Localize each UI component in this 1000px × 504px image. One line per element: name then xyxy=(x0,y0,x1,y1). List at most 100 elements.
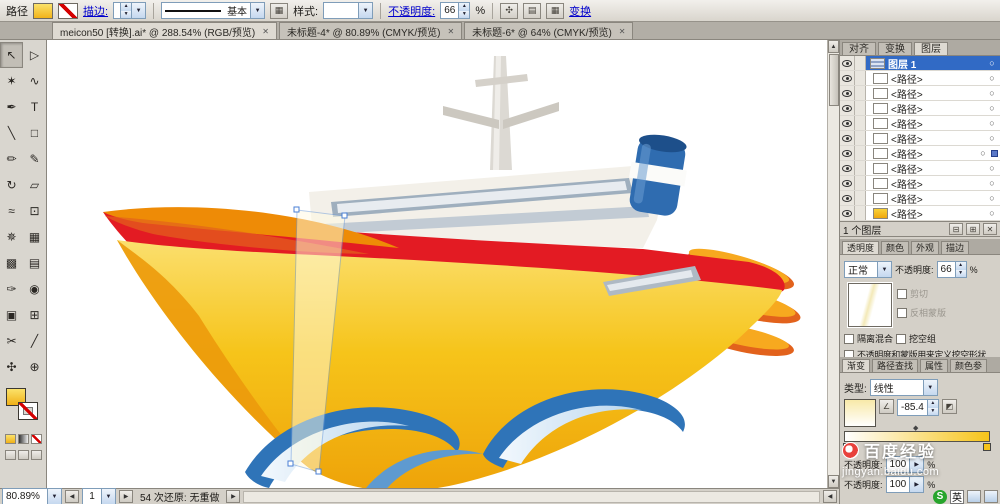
zoom-level-combo[interactable]: 80.89% ▼ xyxy=(2,488,62,504)
tab-color[interactable]: 颜色 xyxy=(881,241,910,254)
delete-layer-icon[interactable]: ✕ xyxy=(983,223,997,235)
live-paint-selection-tool[interactable]: ⊞ xyxy=(23,302,46,328)
visibility-toggle[interactable] xyxy=(840,191,855,205)
transform-link[interactable]: 变换 xyxy=(569,3,591,19)
tab-align[interactable]: 对齐 xyxy=(842,42,876,55)
knockout-group-checkbox[interactable] xyxy=(896,333,907,344)
direct-selection-tool[interactable]: ▷ xyxy=(23,42,46,68)
symbol-sprayer-tool[interactable]: ✵ xyxy=(0,224,23,250)
target-icon[interactable]: ○ xyxy=(984,118,1000,128)
full-screen-menu-button[interactable] xyxy=(17,450,29,460)
none-mode-button[interactable] xyxy=(30,434,42,444)
fill-color-swatch[interactable] xyxy=(33,2,53,19)
target-icon[interactable]: ○ xyxy=(984,58,1000,68)
spinner-up-icon[interactable]: ▲ xyxy=(927,400,938,408)
visibility-toggle[interactable] xyxy=(840,146,855,160)
lock-toggle[interactable] xyxy=(855,176,866,190)
target-icon[interactable]: ○ xyxy=(984,73,1000,83)
scale-tool[interactable]: ▱ xyxy=(23,172,46,198)
rectangle-tool[interactable]: □ xyxy=(23,120,46,146)
prev-artboard-icon[interactable]: ◀ xyxy=(65,490,79,503)
tab-appearance[interactable]: 外观 xyxy=(911,241,940,254)
visibility-toggle[interactable] xyxy=(840,56,855,70)
magic-wand-tool[interactable]: ✶ xyxy=(0,68,23,94)
keyboard-icon[interactable] xyxy=(967,490,981,503)
lasso-tool[interactable]: ∿ xyxy=(23,68,46,94)
new-sublayer-icon[interactable]: ⊟ xyxy=(949,223,963,235)
path-row[interactable]: <路径> ○ xyxy=(840,176,1000,191)
sogou-icon[interactable]: S xyxy=(933,489,947,504)
path-row[interactable]: <路径> ○ xyxy=(840,71,1000,86)
lock-toggle[interactable] xyxy=(855,191,866,205)
stroke-weight-spinner[interactable]: ▲ ▼ xyxy=(120,3,132,18)
artboard-number-combo[interactable]: 1 ▼ xyxy=(82,488,116,504)
invert-mask-checkbox[interactable] xyxy=(897,307,907,318)
target-icon[interactable]: ○ xyxy=(984,178,1000,188)
spinner-up-icon[interactable]: ▲ xyxy=(955,262,966,270)
path-row[interactable]: <路径> ○ xyxy=(840,161,1000,176)
gradient-stop-right[interactable] xyxy=(983,443,991,451)
spinner-up-icon[interactable]: ▲ xyxy=(121,3,132,11)
dropdown-icon[interactable]: ▼ xyxy=(877,262,891,277)
graph-tool[interactable]: ▦ xyxy=(23,224,46,250)
lock-toggle[interactable] xyxy=(855,161,866,175)
stop2-opacity-combo[interactable]: 100 ▶ xyxy=(885,476,925,493)
slice-tool[interactable]: ╱ xyxy=(23,328,46,354)
document-setup-icon[interactable]: ▤ xyxy=(523,2,542,19)
mesh-tool[interactable]: ▩ xyxy=(0,250,23,276)
free-transform-tool[interactable]: ⊡ xyxy=(23,198,46,224)
graph-options-icon[interactable]: ✣ xyxy=(500,2,519,19)
status-menu-icon[interactable]: ▶ xyxy=(226,490,241,503)
document-tab-2[interactable]: 未标题-4* @ 80.89% (CMYK/预览) ✕ xyxy=(278,22,463,39)
dropdown-icon[interactable]: ▼ xyxy=(131,3,146,18)
warp-tool[interactable]: ≈ xyxy=(0,198,23,224)
path-row[interactable]: <路径> ○ xyxy=(840,191,1000,206)
lock-toggle[interactable] xyxy=(855,86,866,100)
anchor-point[interactable] xyxy=(315,468,322,475)
lock-toggle[interactable] xyxy=(855,146,866,160)
hand-tool[interactable]: ✣ xyxy=(0,354,23,380)
dropdown-icon[interactable]: ▼ xyxy=(250,3,265,18)
brush-options-icon[interactable]: ▦ xyxy=(270,2,289,19)
lock-toggle[interactable] xyxy=(855,116,866,130)
blend-tool[interactable]: ◉ xyxy=(23,276,46,302)
target-icon[interactable]: ○ xyxy=(975,148,991,158)
blend-mode-combo[interactable]: 正常 ▼ xyxy=(844,261,892,278)
preferences-icon[interactable]: ▦ xyxy=(546,2,565,19)
target-icon[interactable]: ○ xyxy=(984,163,1000,173)
eyedropper-tool[interactable]: ✑ xyxy=(0,276,23,302)
new-layer-icon[interactable]: ⊞ xyxy=(966,223,980,235)
spinner-up-icon[interactable]: ▲ xyxy=(459,3,470,11)
target-icon[interactable]: ○ xyxy=(984,88,1000,98)
opacity-combo[interactable]: 66 ▲ ▼ xyxy=(440,2,471,19)
stroke-none-swatch[interactable] xyxy=(58,2,78,19)
dropdown-icon[interactable]: ▼ xyxy=(47,489,61,504)
tab-stroke[interactable]: 描边 xyxy=(941,241,970,254)
tab-transparency[interactable]: 透明度 xyxy=(842,241,880,254)
document-tab-1[interactable]: meicon50 [转换].ai* @ 288.54% (RGB/预览) ✕ xyxy=(52,22,277,39)
pen-tool[interactable]: ✒ xyxy=(0,94,23,120)
dropdown-icon[interactable]: ▼ xyxy=(922,380,937,395)
visibility-toggle[interactable] xyxy=(840,101,855,115)
anchor-point[interactable] xyxy=(287,460,294,467)
settings-icon[interactable] xyxy=(984,490,998,503)
stroke-weight-combo[interactable]: ▲ ▼ ▼ xyxy=(113,2,147,19)
full-screen-button[interactable] xyxy=(30,450,42,460)
visibility-toggle[interactable] xyxy=(840,176,855,190)
tab-transform[interactable]: 变换 xyxy=(878,42,912,55)
opacity-spinner[interactable]: ▲ ▼ xyxy=(458,3,470,18)
close-icon[interactable]: ✕ xyxy=(619,27,626,36)
color-mode-button[interactable] xyxy=(4,434,16,444)
spinner-down-icon[interactable]: ▼ xyxy=(955,269,966,277)
standard-screen-button[interactable] xyxy=(4,450,16,460)
scrollbar-thumb[interactable] xyxy=(829,54,839,106)
gradient-type-combo[interactable]: 线性 ▼ xyxy=(869,379,938,396)
target-icon[interactable]: ○ xyxy=(984,103,1000,113)
ime-language-toggle[interactable]: 英 xyxy=(950,489,964,504)
artboard-canvas[interactable] xyxy=(47,40,827,488)
path-row[interactable]: <路径> ○ xyxy=(840,206,1000,221)
dropdown-icon[interactable]: ▼ xyxy=(358,3,373,18)
live-paint-bucket-tool[interactable]: ▣ xyxy=(0,302,23,328)
horizontal-scrollbar[interactable] xyxy=(243,490,820,503)
path-row[interactable]: <路径> ○ xyxy=(840,101,1000,116)
